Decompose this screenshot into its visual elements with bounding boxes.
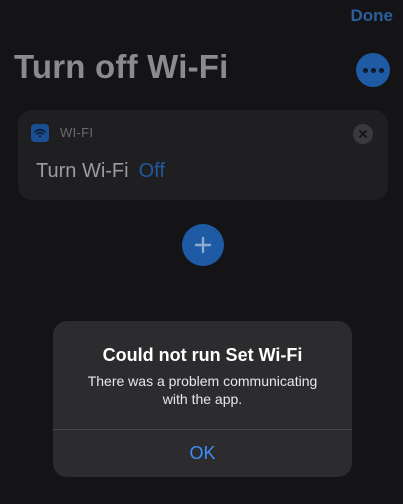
ellipsis-icon <box>362 67 368 73</box>
alert-title: Could not run Set Wi-Fi <box>102 345 303 365</box>
close-icon <box>359 130 367 138</box>
ok-button[interactable]: OK <box>53 430 352 477</box>
ellipsis-icon-dot <box>378 67 384 73</box>
action-parameter[interactable]: Off <box>139 160 165 183</box>
error-alert: Could not run Set Wi-Fi There was a prob… <box>53 321 352 477</box>
plus-icon <box>194 236 212 254</box>
page-title: Turn off Wi-Fi <box>14 48 229 85</box>
action-card[interactable]: WI-FI Turn Wi-Fi Off <box>18 110 388 200</box>
alert-message: There was a problem communicating with t… <box>87 373 318 407</box>
ellipsis-icon-dot <box>370 67 376 73</box>
more-options-button[interactable] <box>356 53 390 87</box>
action-text: Turn Wi-Fi <box>36 160 129 182</box>
action-row: Turn Wi-Fi Off <box>36 160 165 183</box>
done-button[interactable]: Done <box>351 6 394 26</box>
action-app-label: WI-FI <box>60 125 94 140</box>
remove-action-button[interactable] <box>353 124 373 144</box>
wifi-icon <box>31 124 49 142</box>
add-action-button[interactable] <box>182 224 224 266</box>
